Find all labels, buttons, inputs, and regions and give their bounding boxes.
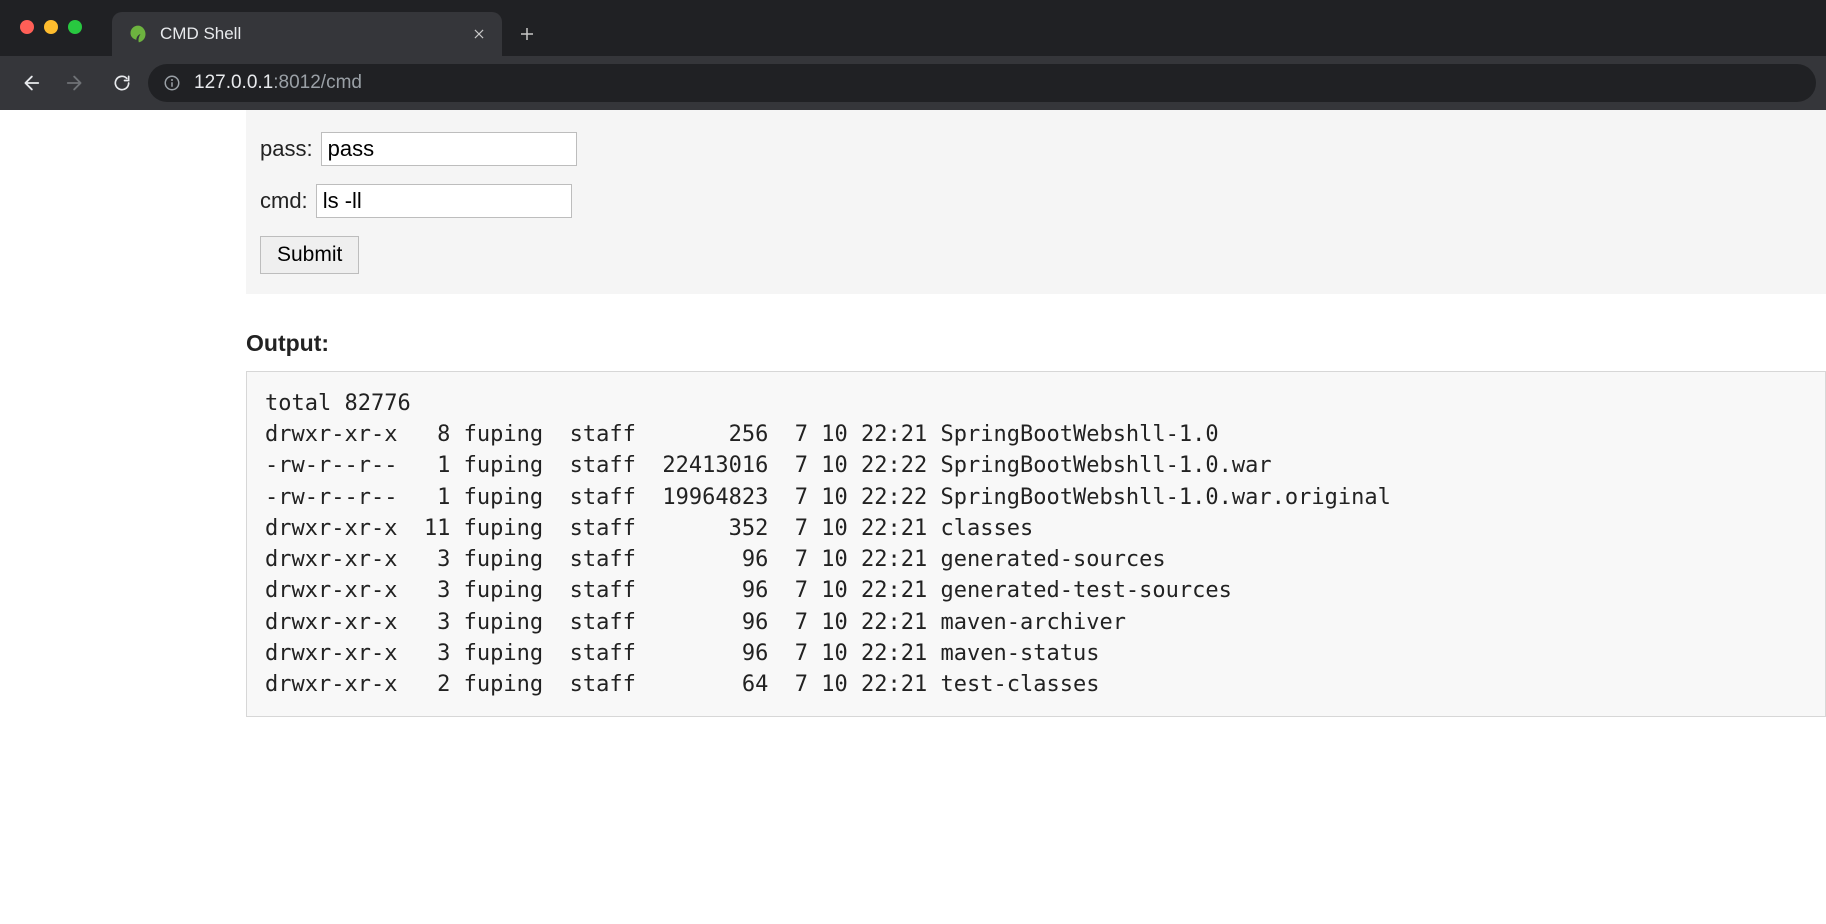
- window-controls: [0, 0, 100, 34]
- pass-input[interactable]: [321, 132, 577, 166]
- reload-button[interactable]: [102, 63, 142, 103]
- url-path: :8012/cmd: [273, 72, 362, 93]
- address-bar[interactable]: 127.0.0.1:8012/cmd: [148, 64, 1816, 102]
- leaf-icon: [128, 24, 148, 44]
- url-text: 127.0.0.1:8012/cmd: [194, 72, 362, 94]
- back-button[interactable]: [10, 63, 50, 103]
- window-close-button[interactable]: [20, 20, 34, 34]
- site-info-icon[interactable]: [162, 73, 182, 93]
- cmd-input[interactable]: [316, 184, 572, 218]
- new-tab-button[interactable]: [510, 12, 544, 56]
- cmd-label: cmd:: [260, 188, 308, 214]
- titlebar: CMD Shell: [0, 0, 1826, 56]
- cmd-row: cmd:: [260, 184, 1812, 218]
- close-icon[interactable]: [470, 25, 488, 43]
- window-minimize-button[interactable]: [44, 20, 58, 34]
- output-box: total 82776 drwxr-xr-x 8 fuping staff 25…: [246, 371, 1826, 717]
- browser-chrome: CMD Shell 127.0.0.1:8012/cmd: [0, 0, 1826, 110]
- toolbar: 127.0.0.1:8012/cmd: [0, 56, 1826, 110]
- submit-button[interactable]: Submit: [260, 236, 359, 274]
- pass-label: pass:: [260, 136, 313, 162]
- tabstrip: CMD Shell: [112, 0, 544, 56]
- browser-tab[interactable]: CMD Shell: [112, 12, 502, 56]
- cmd-form: pass: cmd: Submit: [246, 110, 1826, 294]
- window-zoom-button[interactable]: [68, 20, 82, 34]
- tab-title: CMD Shell: [160, 24, 458, 44]
- url-host: 127.0.0.1: [194, 72, 273, 93]
- pass-row: pass:: [260, 132, 1812, 166]
- output-heading: Output:: [246, 330, 1826, 357]
- page-content: pass: cmd: Submit Output: total 82776 dr…: [0, 110, 1826, 717]
- forward-button[interactable]: [56, 63, 96, 103]
